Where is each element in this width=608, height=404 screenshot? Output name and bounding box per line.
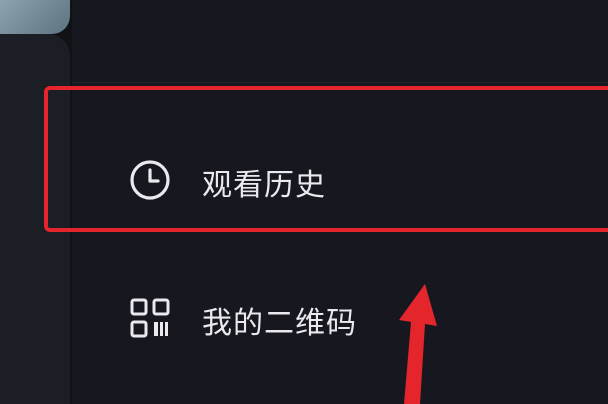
menu-item-my-qrcode[interactable]: 我的二维码 <box>72 266 608 374</box>
clock-icon <box>128 158 172 202</box>
background-page <box>0 0 72 404</box>
menu-item-label-my-qrcode: 我的二维码 <box>202 306 357 341</box>
background-thumbnail-image <box>0 0 70 34</box>
menu-item-watch-history[interactable]: 观看历史 <box>72 122 608 238</box>
side-drawer-menu: 观看历史 我的二维码 <box>72 0 608 404</box>
qrcode-icon <box>128 296 172 340</box>
menu-divider <box>72 82 608 83</box>
screen: 观看历史 我的二维码 <box>0 0 608 404</box>
background-card <box>0 34 70 404</box>
menu-item-label-watch-history: 观看历史 <box>202 168 326 203</box>
menu-item-partial-top[interactable] <box>72 0 608 26</box>
